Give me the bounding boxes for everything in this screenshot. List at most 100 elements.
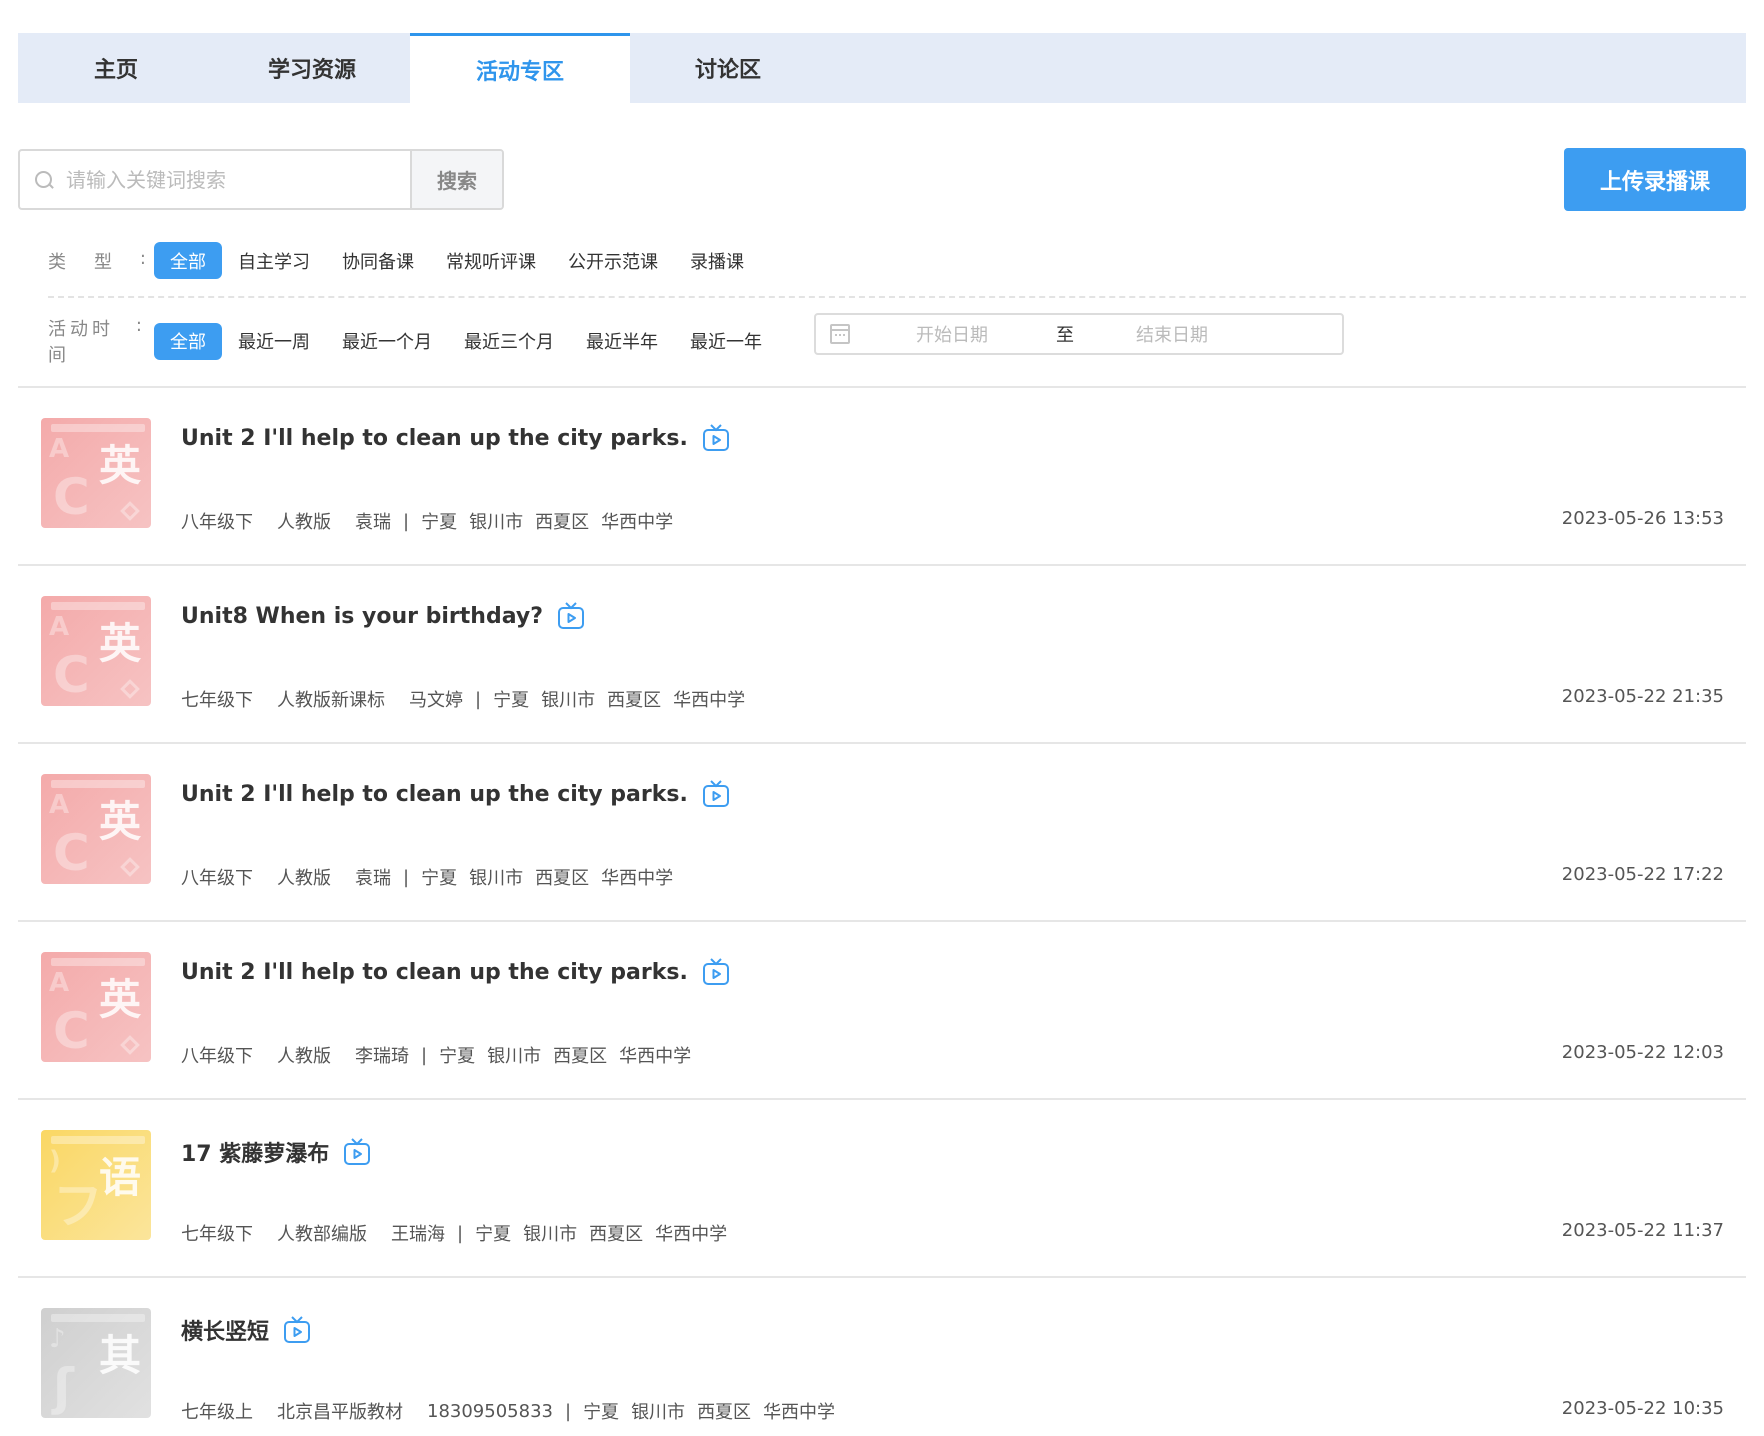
- item-date: 2023-05-22 11:37: [1561, 1220, 1724, 1241]
- district: 西夏区: [589, 1224, 644, 1245]
- list-item[interactable]: AC 英 Unit8 When is your birthday? 七年级下 人…: [18, 566, 1746, 744]
- time-option-month[interactable]: 最近一个月: [326, 323, 448, 360]
- list-item[interactable]: AC 英 Unit 2 I'll help to clean up the ci…: [18, 744, 1746, 922]
- video-tv-icon: [702, 958, 729, 985]
- district: 西夏区: [697, 1402, 752, 1423]
- video-tv-icon: [702, 780, 729, 807]
- subject-glyph: 英: [98, 975, 141, 1024]
- grade: 八年级下: [181, 868, 253, 889]
- time-option-half-year[interactable]: 最近半年: [570, 323, 674, 360]
- district: 西夏区: [535, 868, 590, 889]
- item-title[interactable]: Unit 2 I'll help to clean up the city pa…: [181, 960, 688, 985]
- city: 银川市: [523, 1224, 578, 1245]
- filter-divider: [48, 296, 1746, 298]
- tab-home[interactable]: 主页: [18, 33, 214, 103]
- grade: 七年级下: [181, 1224, 253, 1245]
- type-label-char: 型: [93, 251, 112, 273]
- list-item[interactable]: ♪ ʃ 其 横长竖短 七年级上 北京昌平版教材 18309505833 | 宁夏 …: [18, 1278, 1746, 1436]
- time-label-text: 活动时间: [48, 319, 114, 366]
- time-filter-row: 活动时间 : 全部 最近一周 最近一个月 最近三个月 最近半年 最近一年: [48, 315, 778, 367]
- item-date: 2023-05-22 12:03: [1561, 1042, 1724, 1063]
- grade: 八年级下: [181, 1046, 253, 1067]
- meta-separator: |: [475, 688, 482, 710]
- search-input[interactable]: [66, 167, 386, 192]
- item-title[interactable]: Unit 2 I'll help to clean up the city pa…: [181, 426, 688, 451]
- search-input-wrap: [20, 151, 410, 208]
- meta-separator: |: [457, 1222, 464, 1244]
- list-item[interactable]: AC 英 Unit 2 I'll help to clean up the ci…: [18, 922, 1746, 1100]
- school: 华西中学: [655, 1224, 728, 1245]
- subject-glyph: 语: [98, 1153, 141, 1202]
- item-title[interactable]: Unit 2 I'll help to clean up the city pa…: [181, 782, 688, 807]
- upload-recorded-lesson-button[interactable]: 上传录播课: [1564, 148, 1746, 211]
- type-option-routine-review[interactable]: 常规听评课: [430, 242, 552, 279]
- item-title[interactable]: 17 紫藤萝瀑布: [181, 1136, 329, 1168]
- subject-glyph: 英: [98, 619, 141, 668]
- type-option-all[interactable]: 全部: [154, 242, 222, 279]
- district: 西夏区: [553, 1046, 608, 1067]
- item-meta: 八年级下 人教版 李瑞琦 | 宁夏 银川市 西夏区 华西中学: [181, 1042, 703, 1068]
- city: 银川市: [631, 1402, 686, 1423]
- activity-list: AC 英 Unit 2 I'll help to clean up the ci…: [18, 388, 1746, 1436]
- teacher-name: 袁瑞: [355, 512, 391, 533]
- item-meta: 七年级上 北京昌平版教材 18309505833 | 宁夏 银川市 西夏区 华西…: [181, 1398, 847, 1424]
- teacher-name: 马文婷: [409, 690, 463, 711]
- city: 银川市: [487, 1046, 542, 1067]
- time-option-year[interactable]: 最近一年: [674, 323, 778, 360]
- province: 宁夏: [583, 1402, 620, 1423]
- type-option-recorded[interactable]: 录播课: [674, 242, 760, 279]
- calendar-icon: [830, 324, 850, 344]
- tab-discussion[interactable]: 讨论区: [630, 33, 826, 103]
- type-option-self-study[interactable]: 自主学习: [222, 242, 326, 279]
- subject-glyph: 其: [98, 1331, 141, 1380]
- time-filter-label: 活动时间 :: [48, 315, 154, 367]
- subject-glyph: 英: [98, 441, 141, 490]
- teacher-name: 18309505833: [427, 1400, 553, 1422]
- grade: 七年级下: [181, 690, 253, 711]
- tab-activity-zone[interactable]: 活动专区: [410, 33, 630, 103]
- district: 西夏区: [607, 690, 662, 711]
- time-option-three-months[interactable]: 最近三个月: [448, 323, 570, 360]
- course-thumbnail[interactable]: ) フ 语: [41, 1130, 151, 1240]
- time-option-week[interactable]: 最近一周: [222, 323, 326, 360]
- course-thumbnail[interactable]: AC 英: [41, 596, 151, 706]
- type-option-demo-lesson[interactable]: 公开示范课: [552, 242, 674, 279]
- teacher-name: 李瑞琦: [355, 1046, 409, 1067]
- city: 银川市: [541, 690, 596, 711]
- province: 宁夏: [493, 690, 530, 711]
- date-range-picker[interactable]: 开始日期 至 结束日期: [814, 313, 1344, 355]
- video-tv-icon: [284, 1316, 311, 1343]
- search-box: 搜索: [18, 149, 504, 210]
- meta-separator: |: [421, 1044, 428, 1066]
- grade: 七年级上: [181, 1402, 253, 1423]
- time-option-all[interactable]: 全部: [154, 322, 222, 360]
- textbook-edition: 人教版: [277, 1046, 331, 1067]
- search-button[interactable]: 搜索: [410, 151, 502, 208]
- start-date-field[interactable]: 开始日期: [916, 321, 1056, 347]
- province: 宁夏: [439, 1046, 476, 1067]
- meta-separator: |: [403, 866, 410, 888]
- end-date-field[interactable]: 结束日期: [1136, 321, 1276, 347]
- list-item[interactable]: AC 英 Unit 2 I'll help to clean up the ci…: [18, 388, 1746, 566]
- main-tab-bar: 主页 学习资源 活动专区 讨论区: [18, 33, 1746, 103]
- list-item[interactable]: ) フ 语 17 紫藤萝瀑布 七年级下 人教部编版 王瑞海 | 宁夏 银川市 西夏…: [18, 1100, 1746, 1278]
- tab-learning-resources[interactable]: 学习资源: [214, 33, 410, 103]
- meta-separator: |: [564, 1400, 572, 1422]
- course-thumbnail[interactable]: AC 英: [41, 418, 151, 528]
- course-thumbnail[interactable]: ♪ ʃ 其: [41, 1308, 151, 1418]
- type-label-colon: :: [139, 247, 146, 269]
- teacher-name: 袁瑞: [355, 868, 391, 889]
- course-thumbnail[interactable]: AC 英: [41, 952, 151, 1062]
- search-icon: [34, 170, 54, 190]
- item-meta: 八年级下 人教版 袁瑞 | 宁夏 银川市 西夏区 华西中学: [181, 508, 685, 534]
- textbook-edition: 人教版: [277, 512, 331, 533]
- province: 宁夏: [475, 1224, 512, 1245]
- item-title[interactable]: 横长竖短: [181, 1314, 269, 1346]
- item-title[interactable]: Unit8 When is your birthday?: [181, 604, 543, 629]
- school: 华西中学: [601, 868, 674, 889]
- course-thumbnail[interactable]: AC 英: [41, 774, 151, 884]
- textbook-edition: 人教版新课标: [277, 690, 385, 711]
- textbook-edition: 北京昌平版教材: [277, 1402, 403, 1423]
- type-option-collab-prep[interactable]: 协同备课: [326, 242, 430, 279]
- school: 华西中学: [619, 1046, 692, 1067]
